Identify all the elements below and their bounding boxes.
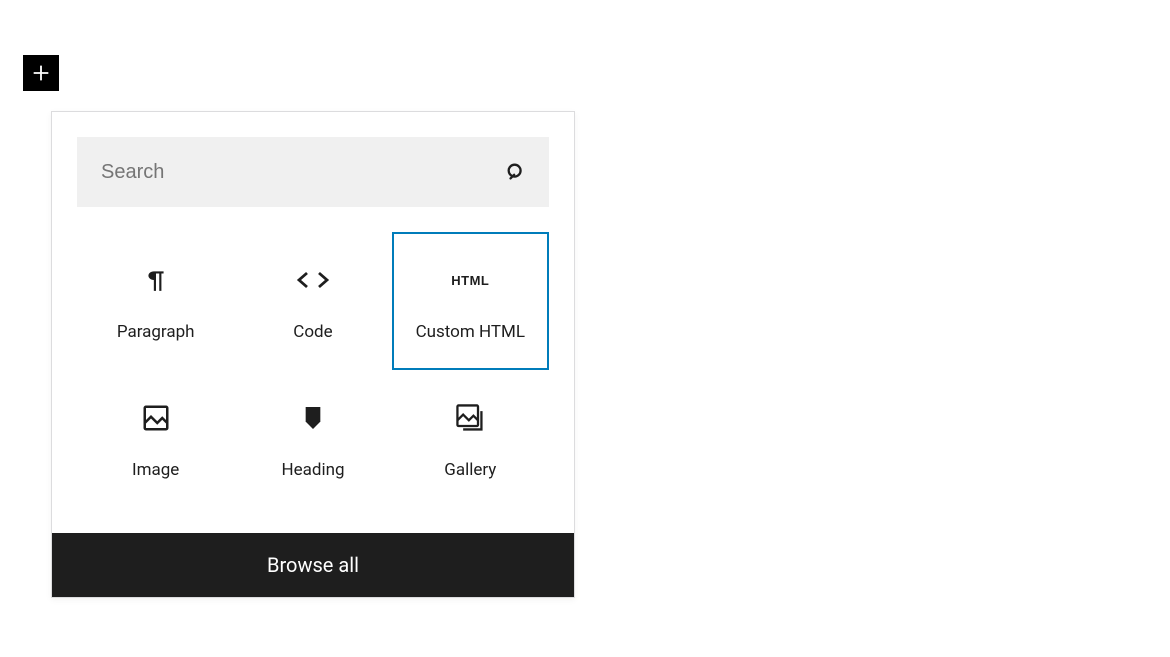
block-inserter-panel: Paragraph Code HTML Custom HTML (51, 111, 575, 598)
block-label: Heading (281, 460, 344, 480)
block-label: Custom HTML (416, 322, 525, 342)
blocks-grid: Paragraph Code HTML Custom HTML (52, 232, 574, 533)
block-label: Gallery (444, 460, 496, 480)
search-container (77, 137, 549, 207)
search-input[interactable] (77, 137, 549, 207)
image-icon (141, 398, 171, 438)
block-gallery[interactable]: Gallery (392, 370, 549, 508)
block-heading[interactable]: Heading (234, 370, 391, 508)
block-code[interactable]: Code (234, 232, 391, 370)
block-paragraph[interactable]: Paragraph (77, 232, 234, 370)
paragraph-icon (143, 260, 169, 300)
browse-all-button[interactable]: Browse all (52, 533, 574, 597)
gallery-icon (454, 398, 486, 438)
html-icon: HTML (451, 260, 489, 300)
block-image[interactable]: Image (77, 370, 234, 508)
block-label: Code (293, 322, 332, 342)
block-inserter-toggle[interactable] (23, 55, 59, 91)
plus-icon (30, 62, 52, 84)
block-label: Image (132, 460, 179, 480)
code-icon (295, 260, 331, 300)
block-custom-html[interactable]: HTML Custom HTML (392, 232, 549, 370)
heading-icon (302, 398, 324, 438)
browse-all-label: Browse all (267, 553, 359, 577)
block-label: Paragraph (117, 322, 195, 342)
